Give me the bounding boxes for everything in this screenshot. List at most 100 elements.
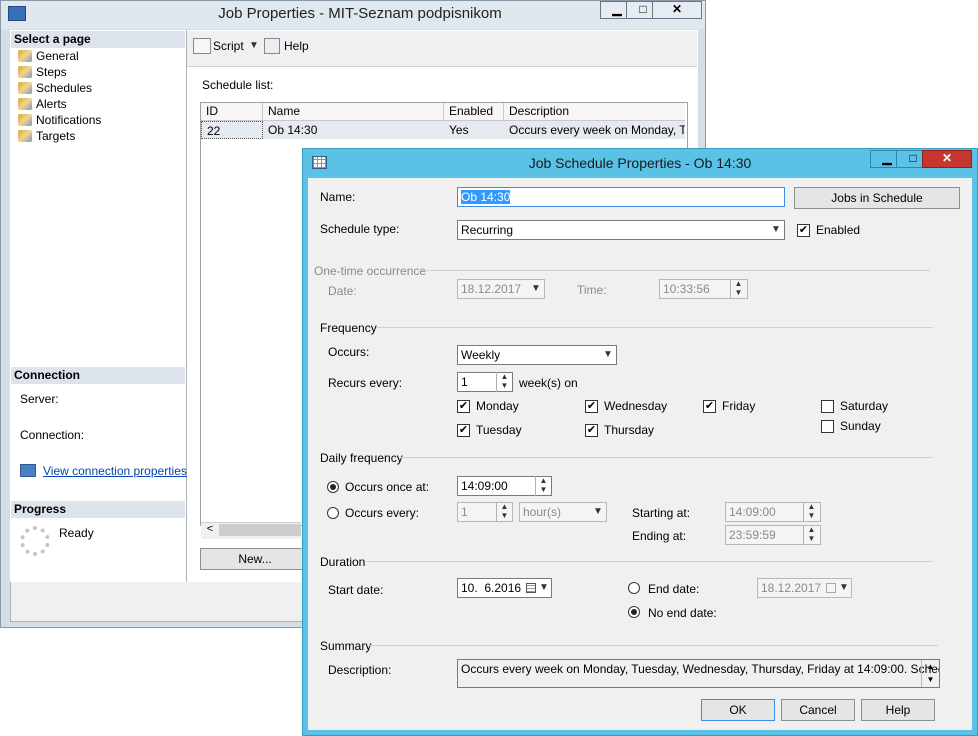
sunday-checkbox[interactable] [821,420,834,433]
page-item-alerts[interactable]: Alerts [18,96,67,112]
start-date-label: Start date: [328,583,384,597]
description-scrollbar[interactable]: ▲ ▼ [921,660,939,687]
chevron-down-icon[interactable]: ▼ [539,582,549,593]
description-label: Description: [328,663,392,677]
job-window-title: Job Properties - MIT-Seznam podpisnikom [218,5,502,22]
column-header-id[interactable]: ID [201,103,263,120]
date-label: Date: [328,284,357,298]
description-field[interactable]: Occurs every week on Monday, Tuesday, We… [457,659,940,688]
start-date-value: 10. 6.2016 [461,581,522,595]
ending-at-label: Ending at: [632,529,687,543]
one-time-divider [420,270,930,271]
page-icon [18,50,32,62]
table-cell-name[interactable]: Ob 14:30 [263,121,444,139]
time-label: Time: [577,283,607,297]
help-icon [264,38,280,54]
end-date-field[interactable]: 18.12.2017 [757,578,852,598]
schedule-type-label: Schedule type: [320,222,400,236]
one-time-header: One-time occurrence [314,264,427,278]
page-item-targets[interactable]: Targets [18,128,75,144]
tuesday-checkbox[interactable]: ✔ [457,424,470,437]
select-page-header: Select a page [11,31,185,48]
spinner-icon[interactable]: ▲ ▼ [496,372,512,392]
frequency-header: Frequency [320,321,377,335]
spinner-icon: ▲ ▼ [730,279,746,299]
schedule-list-label: Schedule list: [202,78,274,92]
jobs-in-schedule-button[interactable]: Jobs in Schedule [794,187,960,209]
enabled-label: Enabled [816,223,861,237]
occurs-select[interactable]: Weekly [457,345,617,365]
wednesday-checkbox[interactable]: ✔ [585,400,598,413]
end-date-label: End date: [648,582,700,596]
spinner-icon: ▲ ▼ [803,502,819,522]
page-icon [18,98,32,110]
progress-header: Progress [11,501,185,518]
table-cell-enabled[interactable]: Yes [444,121,504,139]
duration-divider [366,561,933,562]
help-button[interactable]: Help [861,699,935,721]
occurs-once-radio[interactable] [327,481,339,493]
occurs-every-radio[interactable] [327,507,339,519]
view-connection-link[interactable]: View connection properties [43,464,187,478]
recurs-unit-label: week(s) on [519,376,578,390]
start-date-field[interactable]: 10. 6.2016 [457,578,552,598]
recurs-every-label: Recurs every: [328,376,403,390]
progress-status: Ready [59,526,94,540]
column-header-enabled[interactable]: Enabled [444,103,504,120]
monday-checkbox[interactable]: ✔ [457,400,470,413]
table-cell-description[interactable]: Occurs every week on Monday, Tues [504,121,685,139]
friday-label: Friday [722,399,756,413]
page-item-steps[interactable]: Steps [18,64,67,80]
page-icon [18,82,32,94]
date-value: 18.12.2017 [461,282,522,296]
friday-checkbox[interactable]: ✔ [703,400,716,413]
script-button[interactable]: Script [213,39,244,53]
ok-button[interactable]: OK [701,699,775,721]
scrollbar-thumb[interactable] [219,524,301,536]
connection-icon [20,464,36,477]
calendar-icon[interactable] [526,583,536,593]
schedule-type-select[interactable]: Recurring [457,220,785,240]
occurs-value: Weekly [461,348,501,362]
tuesday-label: Tuesday [476,423,522,437]
monday-label: Monday [476,399,519,413]
occurs-every-label: Occurs every: [345,506,420,520]
occurs-label: Occurs: [328,345,370,359]
cancel-button[interactable]: Cancel [781,699,855,721]
chevron-down-icon[interactable]: ▼ [249,40,259,51]
no-end-date-radio[interactable] [628,606,640,618]
schedule-window-client [308,178,972,730]
end-date-radio[interactable] [628,582,640,594]
spinner-icon[interactable]: ▲ ▼ [535,476,551,496]
page-item-notifications[interactable]: Notifications [18,112,101,128]
chevron-down-icon[interactable]: ▼ [771,224,781,235]
chevron-down-icon: ▼ [839,582,849,593]
help-button[interactable]: Help [284,39,309,53]
calendar-icon [826,583,836,593]
recurs-every-value: 1 [461,375,468,389]
page-item-general[interactable]: General [18,48,79,64]
thursday-checkbox[interactable]: ✔ [585,424,598,437]
chevron-down-icon[interactable]: ▼ [603,349,613,360]
column-header-description[interactable]: Description [504,103,685,120]
enabled-checkbox[interactable]: ✔ [797,224,810,237]
close-icon[interactable]: ✕ [652,1,702,19]
saturday-checkbox[interactable] [821,400,834,413]
name-field[interactable]: Ob 14:30 [457,187,785,207]
no-end-date-label: No end date: [648,606,717,620]
close-icon[interactable]: ✕ [922,150,972,168]
page-item-schedules[interactable]: Schedules [18,80,92,96]
new-button[interactable]: New... [200,548,310,570]
duration-header: Duration [320,555,366,569]
app-icon [8,6,26,21]
progress-spinner-icon [20,526,50,556]
spinner-icon: ▲ ▼ [496,502,512,522]
table-cell-id[interactable]: 22 [201,121,263,139]
column-header-name[interactable]: Name [263,103,444,120]
scroll-left-icon[interactable]: < [203,522,217,537]
occurs-every-unit-value: hour(s) [523,505,562,519]
chevron-down-icon: ▼ [531,283,541,294]
script-icon [193,38,211,54]
connection-label: Connection: [20,428,85,442]
daily-frequency-header: Daily frequency [320,451,403,465]
